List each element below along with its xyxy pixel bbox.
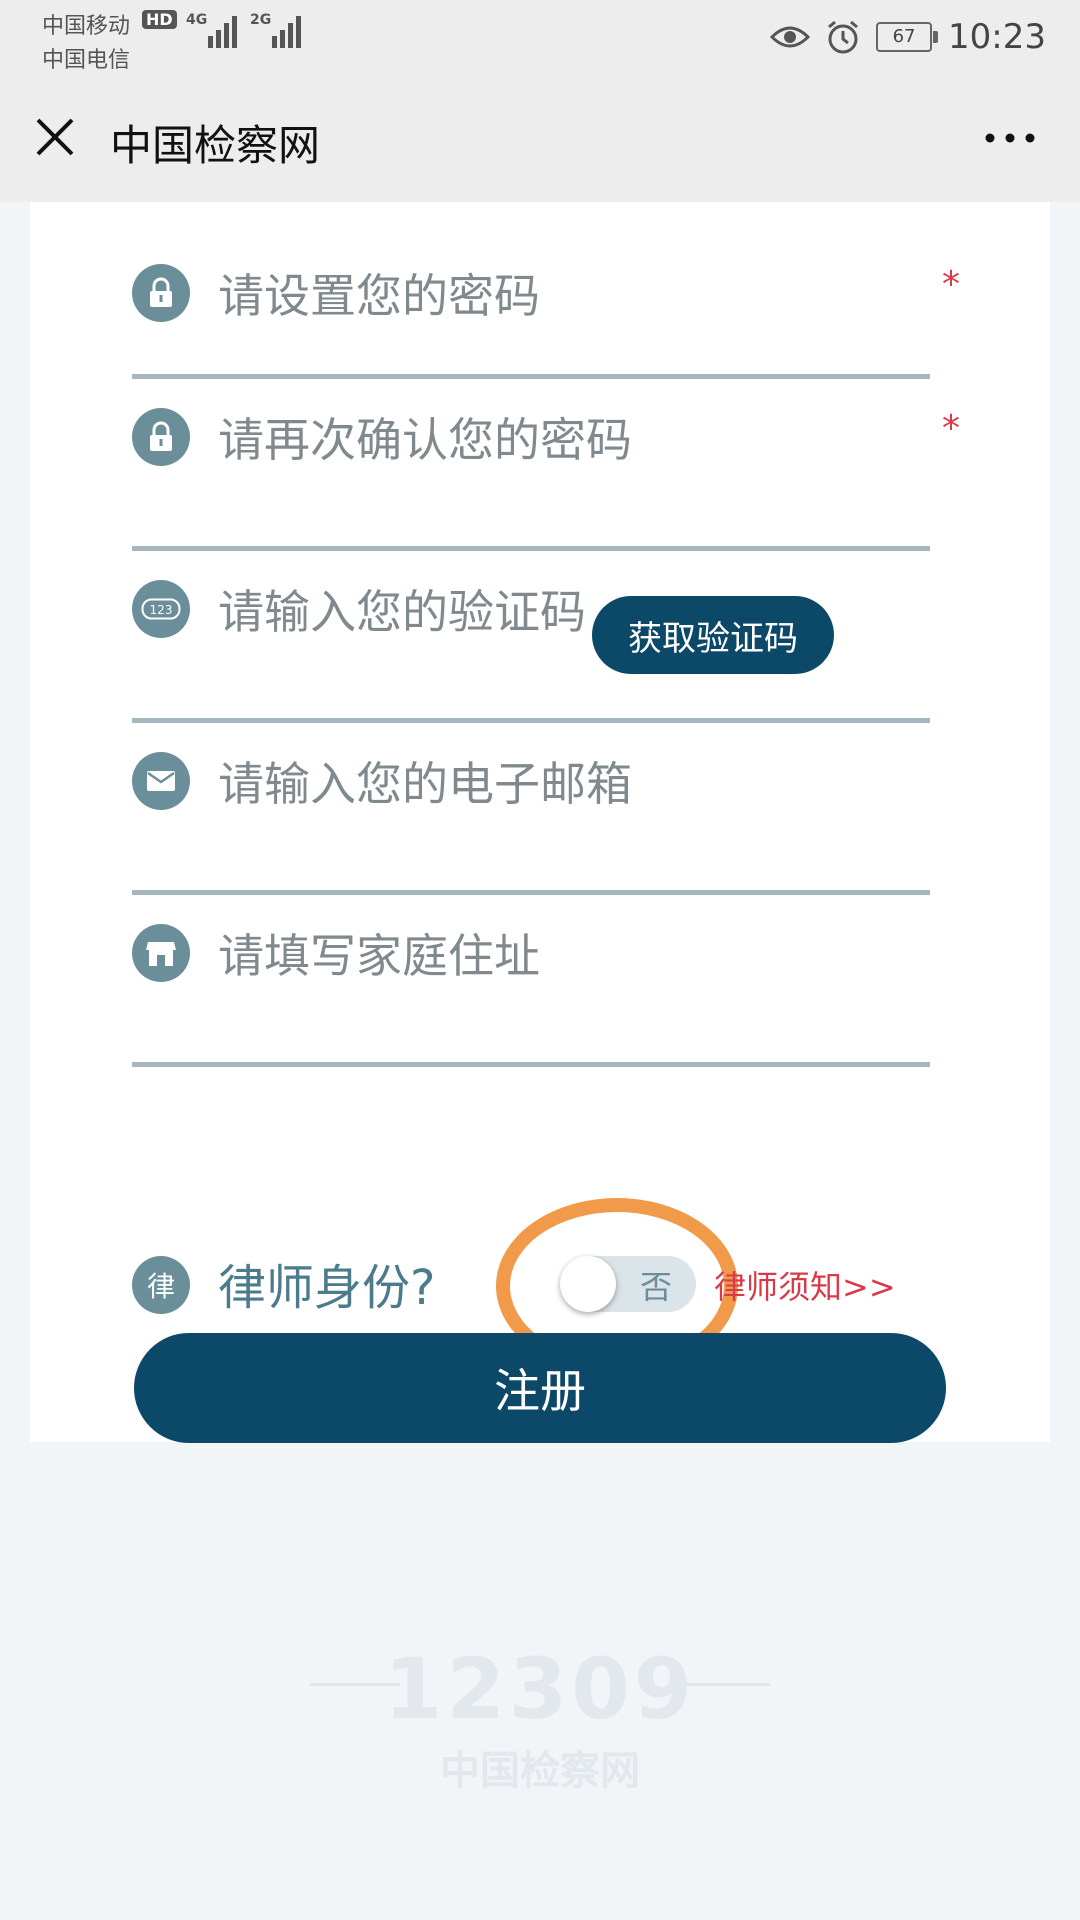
toggle-knob — [560, 1256, 616, 1312]
address-field[interactable]: 请填写家庭住址 — [132, 890, 930, 1067]
code-icon: 123 — [132, 580, 190, 638]
network-type-1: 4G — [186, 12, 208, 28]
lawyer-notice-link[interactable]: 律师须知>> — [714, 1262, 896, 1308]
email-placeholder: 请输入您的电子邮箱 — [218, 757, 632, 811]
password-field[interactable]: 请设置您的密码 * — [132, 202, 960, 379]
hd-badge: HD — [142, 10, 177, 29]
get-code-button[interactable]: 获取验证码 — [592, 596, 834, 674]
alarm-icon — [828, 20, 858, 54]
more-icon — [985, 133, 1035, 143]
status-bar: 中国移动 中国电信 HD 4G 2G 67 10:23 — [0, 0, 1080, 84]
carrier-1: 中国移动 — [42, 14, 131, 39]
address-placeholder: 请填写家庭住址 — [218, 929, 540, 983]
network-type-2: 2G — [250, 12, 272, 28]
email-field[interactable]: 请输入您的电子邮箱 — [132, 718, 930, 895]
verification-code-placeholder: 请输入您的验证码 — [218, 585, 586, 639]
required-mark: * — [942, 264, 960, 305]
svg-text:123: 123 — [150, 603, 173, 617]
lawyer-identity-label: 律师身份? — [218, 1260, 436, 1316]
register-button[interactable]: 注册 — [134, 1333, 946, 1443]
lawyer-toggle[interactable]: 否 — [560, 1256, 696, 1312]
register-form-card: 请设置您的密码 * 请再次确认您的密码 * 123 请输入您的验证码 获取验证码 — [30, 202, 1050, 1442]
watermark-text: 中国检察网 — [440, 1748, 640, 1794]
signal-icon-1 — [208, 14, 237, 48]
close-icon — [36, 118, 74, 156]
password-placeholder: 请设置您的密码 — [218, 269, 540, 323]
mail-icon — [132, 752, 190, 810]
more-button[interactable] — [980, 120, 1040, 156]
lock-icon — [132, 264, 190, 322]
clock: 10:23 — [948, 17, 1046, 57]
title-bar: 中国检察网 — [0, 84, 1080, 202]
close-button[interactable] — [32, 114, 78, 160]
lock-icon — [132, 408, 190, 466]
required-mark: * — [942, 408, 960, 449]
carrier-2: 中国电信 — [42, 48, 131, 73]
watermark-logo: 12309 — [383, 1640, 697, 1738]
home-icon — [132, 924, 190, 982]
toggle-label: 否 — [640, 1268, 673, 1306]
signal-icon-2 — [272, 14, 301, 48]
battery-level: 67 — [892, 26, 916, 47]
page-title: 中国检察网 — [110, 121, 321, 170]
battery-icon: 67 — [876, 22, 939, 52]
confirm-password-placeholder: 请再次确认您的密码 — [218, 413, 632, 467]
confirm-password-field[interactable]: 请再次确认您的密码 * — [132, 374, 960, 551]
lawyer-icon: 律 — [132, 1256, 190, 1314]
eye-icon — [770, 26, 811, 48]
